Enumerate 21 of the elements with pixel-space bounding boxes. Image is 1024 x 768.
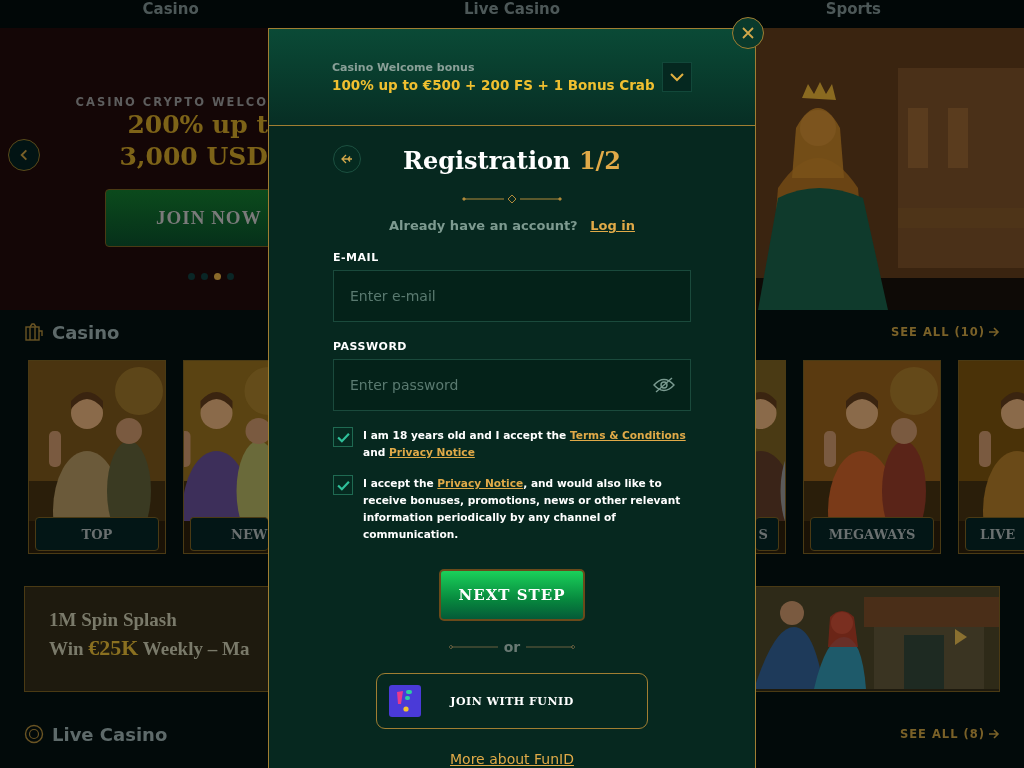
field-label: PASSWORD: [333, 340, 408, 353]
or-separator: or: [503, 639, 521, 655]
promo-title: 1M Spin Splash: [49, 609, 178, 631]
dialog-title: Registration 1/2: [402, 145, 622, 175]
bonus-label: Casino Welcome bonus: [332, 61, 476, 74]
card-label: S: [756, 517, 779, 551]
promo-headline: 3,000 USD: [119, 140, 268, 173]
card-label: NEW: [190, 517, 268, 551]
card-label: LIVE: [965, 517, 1024, 551]
login-prompt: Already have an account?: [389, 218, 578, 233]
bonus-offer: 100% up to €500 + 200 FS + 1 Bonus Crab: [332, 77, 655, 93]
field-label: E-MAIL: [333, 251, 380, 264]
section-title: Live Casino: [52, 723, 168, 745]
consent-text: I accept the Privacy Notice, and would also like to receive bonuses, promotions, news or other relevant information periodically by any channel of communication.: [363, 476, 682, 542]
promo-subtitle: Win €25K Weekly – Ma: [49, 635, 250, 661]
promo-eyebrow: CASINO CRYPTO WELCO: [75, 94, 268, 109]
consent-text: I am 18 years old and I accept the Terms & Conditions and Privacy Notice: [363, 428, 687, 460]
section-title: Casino: [52, 321, 120, 343]
card-label: TOP: [35, 517, 159, 551]
promo-headline: 200% up t: [127, 108, 268, 141]
card-label: MEGAWAYS: [810, 517, 934, 551]
